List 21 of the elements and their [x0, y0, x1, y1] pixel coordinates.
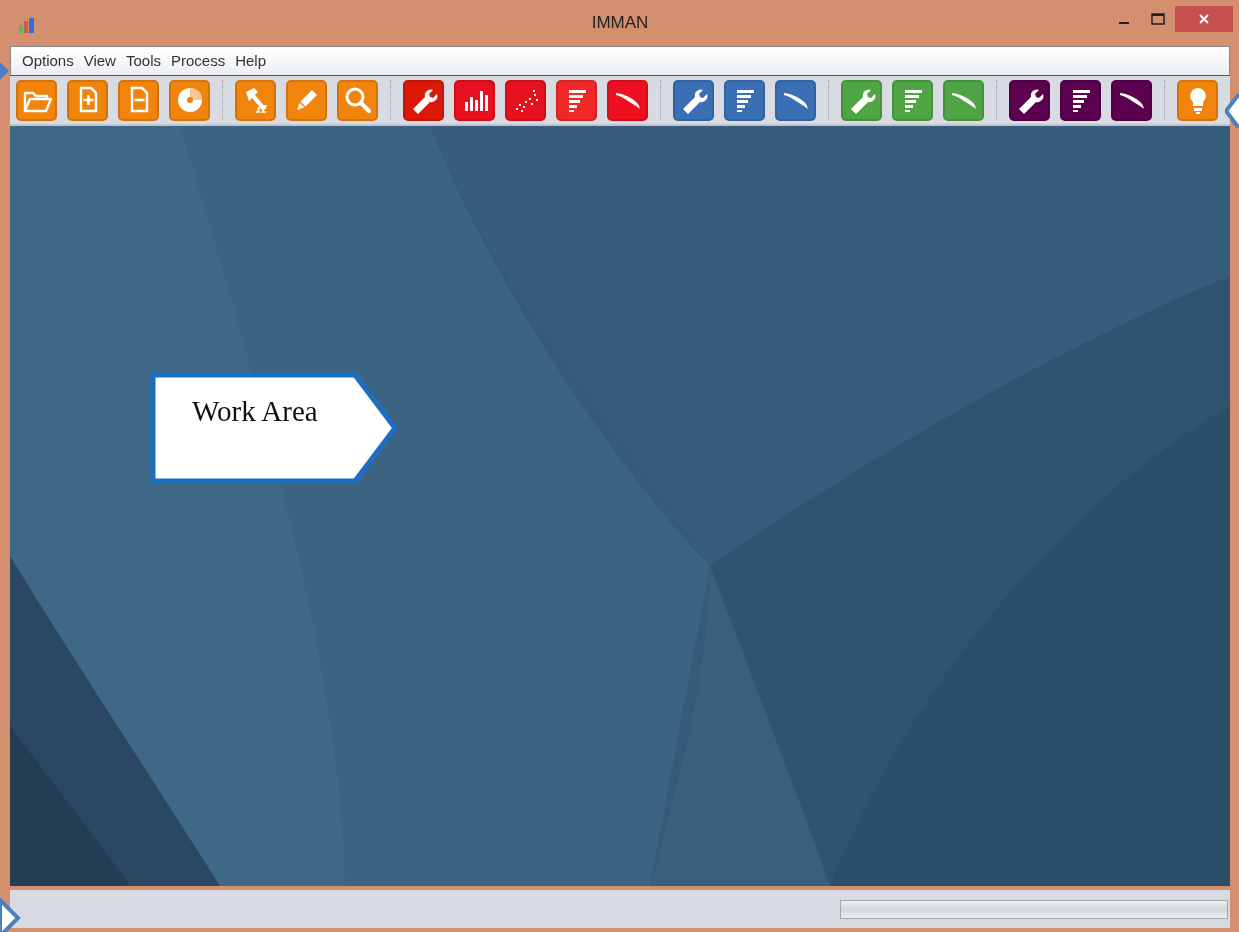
- callout-label: Work Area: [192, 394, 318, 429]
- menu-item[interactable]: Tools: [120, 49, 166, 73]
- toolbar-button[interactable]: [1111, 79, 1152, 121]
- toolbar-button[interactable]: [673, 79, 714, 121]
- close-icon: [1198, 13, 1210, 25]
- toolbar-button[interactable]: [1060, 79, 1101, 121]
- toolbar-button[interactable]: [724, 79, 765, 121]
- pointer-arrow: [1225, 94, 1239, 128]
- menu-item[interactable]: View: [78, 49, 121, 73]
- toolbar-button[interactable]: [403, 79, 444, 121]
- toolbar-button[interactable]: [775, 79, 816, 121]
- menu-item[interactable]: Help: [230, 49, 272, 73]
- toolbar-button[interactable]: [1009, 79, 1050, 121]
- maximize-icon: [1151, 13, 1165, 25]
- window-title: IMMAN: [591, 13, 649, 33]
- pointer-arrow: [0, 898, 22, 932]
- pointer-arrow: [0, 61, 10, 80]
- close-button[interactable]: [1175, 6, 1233, 32]
- minimize-icon: [1119, 22, 1129, 24]
- menu-item[interactable]: Options: [17, 49, 79, 73]
- menu-item[interactable]: Process: [166, 49, 231, 73]
